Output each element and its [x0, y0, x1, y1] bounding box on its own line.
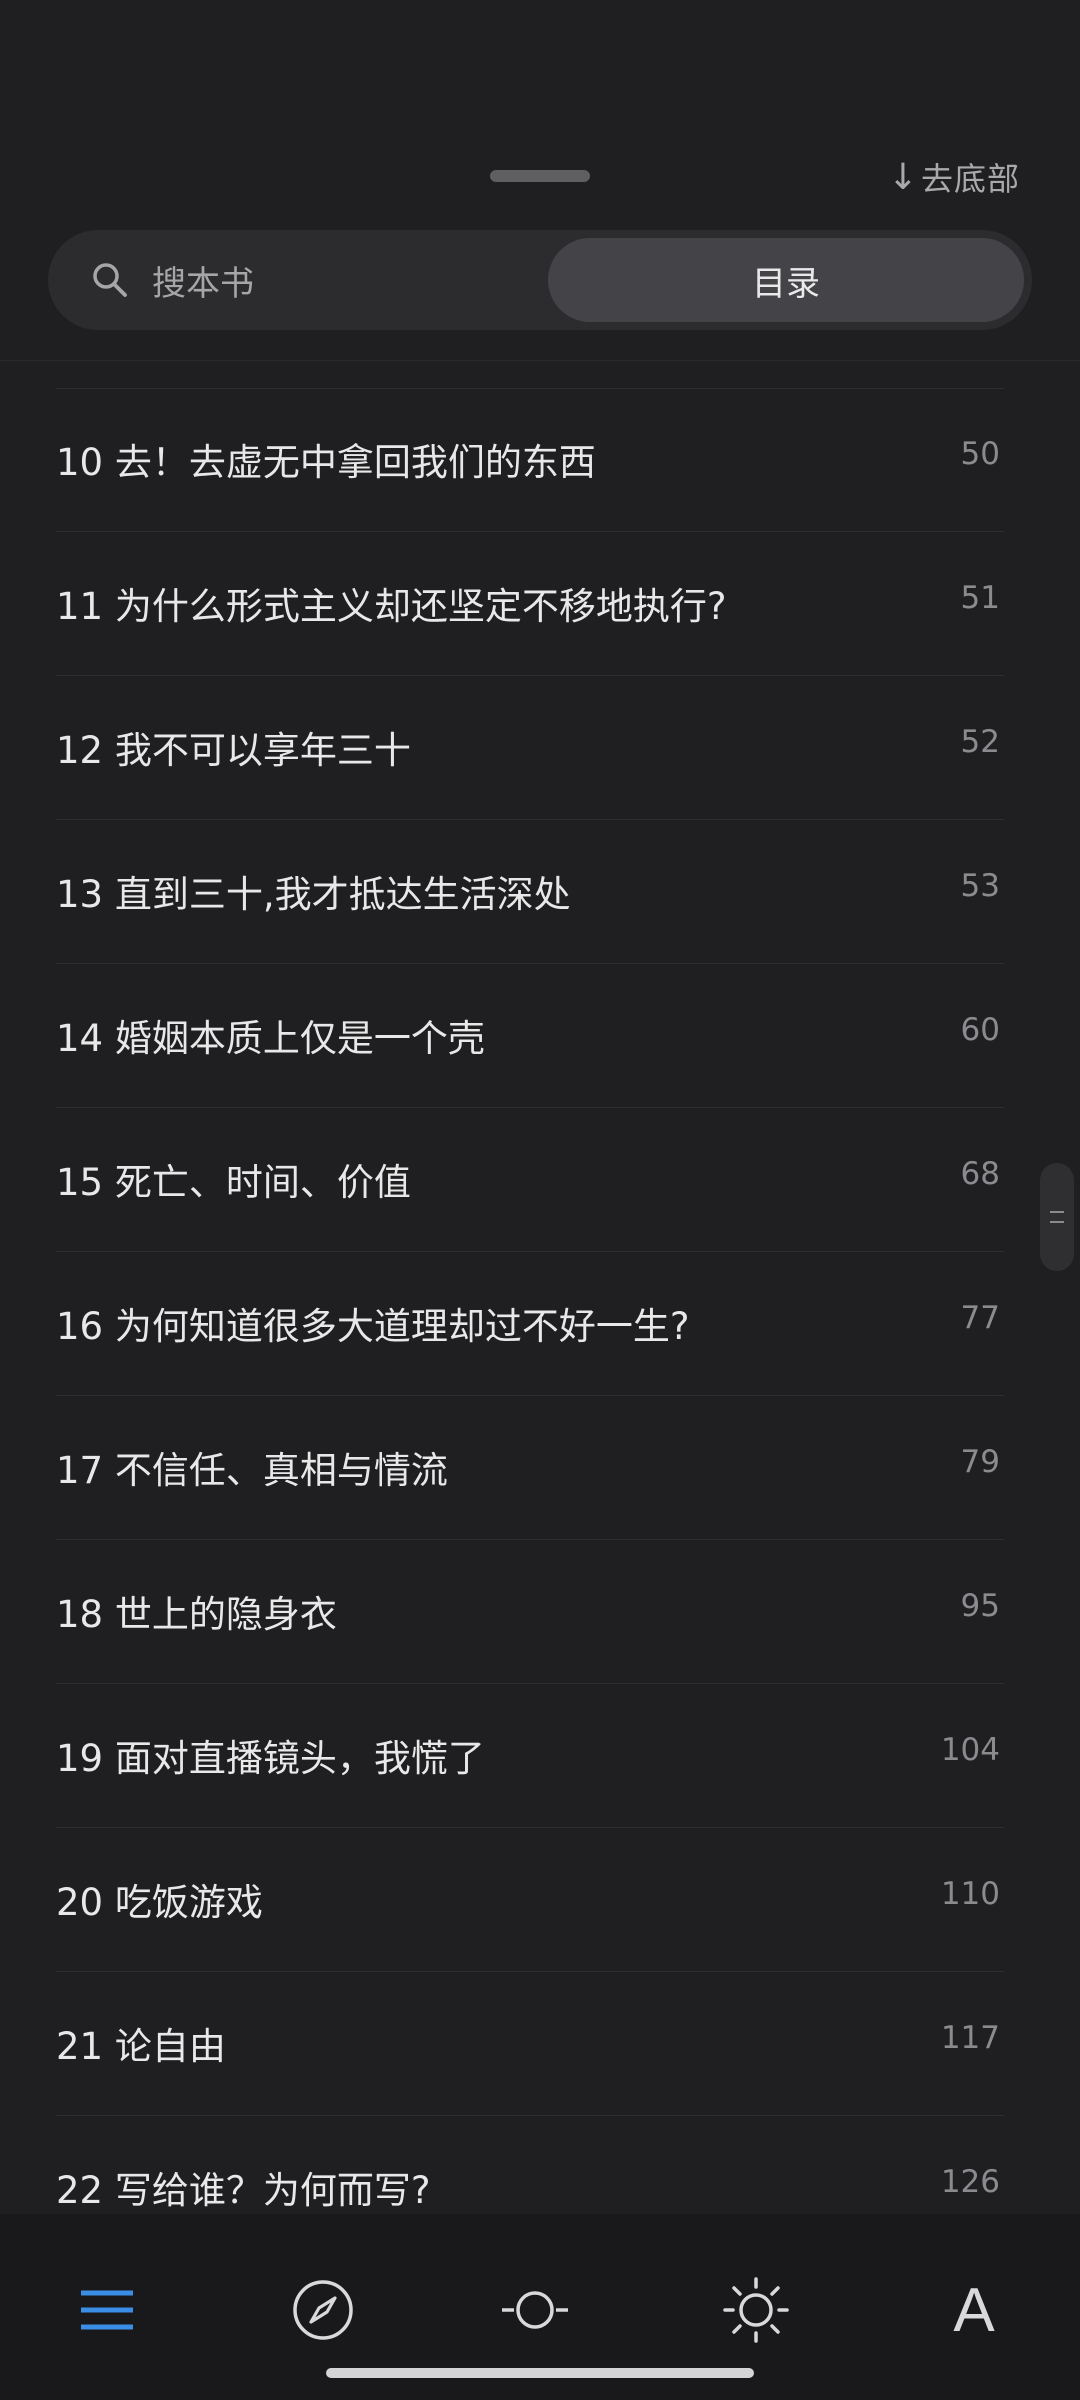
- search-book-label: 搜本书: [152, 263, 254, 304]
- chapter-title: 22 写给谁？为何而写?: [56, 2169, 431, 2212]
- chapter-list[interactable]: 10 去！去虚无中拿回我们的东西 50 11 为什么形式主义却还坚定不移地执行? 51…: [56, 388, 1004, 2214]
- chapter-title: 20 吃饭游戏: [56, 1881, 263, 1924]
- home-indicator[interactable]: [326, 2368, 754, 2378]
- chapter-page-number: 51: [960, 580, 1000, 616]
- fast-scroll-handle[interactable]: [1040, 1163, 1074, 1271]
- chapter-title: 18 世上的隐身衣: [56, 1593, 337, 1636]
- brightness-button[interactable]: [696, 2262, 816, 2358]
- chapter-title: 10 去！去虚无中拿回我们的东西: [56, 441, 596, 484]
- slider-dot-icon: [502, 2291, 568, 2329]
- chapter-row[interactable]: 17 不信任、真相与情流 79: [56, 1396, 1004, 1540]
- chapter-page-number: 53: [960, 868, 1000, 904]
- chapter-page-number: 60: [960, 1012, 1000, 1048]
- chapter-title: 13 直到三十,我才抵达生活深处: [56, 873, 571, 916]
- chapter-page-number: 104: [940, 1732, 1000, 1768]
- chapter-row[interactable]: 15 死亡、时间、价值 68: [56, 1108, 1004, 1252]
- grip-line: [1050, 1211, 1064, 1213]
- chapter-page-number: 77: [960, 1300, 1000, 1336]
- drag-handle[interactable]: [490, 170, 590, 182]
- chapter-title: 12 我不可以享年三十: [56, 729, 411, 772]
- chapter-page-number: 52: [960, 724, 1000, 760]
- chapter-page-number: 95: [960, 1588, 1000, 1624]
- toc-label: 目录: [752, 263, 820, 304]
- chapter-row[interactable]: 12 我不可以享年三十 52: [56, 676, 1004, 820]
- chapter-title: 11 为什么形式主义却还坚定不移地执行?: [56, 585, 727, 628]
- chapter-page-number: 68: [960, 1156, 1000, 1192]
- go-to-bottom-button[interactable]: ↓ 去底部: [887, 156, 1020, 199]
- chapter-page-number: 126: [940, 2164, 1000, 2200]
- progress-button[interactable]: [263, 2262, 383, 2358]
- toc-menu-button[interactable]: [47, 2262, 167, 2358]
- chapter-row[interactable]: 16 为何知道很多大道理却过不好一生? 77: [56, 1252, 1004, 1396]
- chapter-title: 19 面对直播镜头，我慌了: [56, 1737, 485, 1780]
- chapter-title: 14 婚姻本质上仅是一个壳: [56, 1017, 485, 1060]
- arrow-down-icon: ↓: [887, 156, 919, 198]
- chapter-page-number: 117: [940, 2020, 1000, 2056]
- chapter-row[interactable]: 10 去！去虚无中拿回我们的东西 50: [56, 388, 1004, 532]
- chapter-row[interactable]: 20 吃饭游戏 110: [56, 1828, 1004, 1972]
- search-icon: [93, 263, 127, 297]
- chapter-row[interactable]: 11 为什么形式主义却还坚定不移地执行? 51: [56, 532, 1004, 676]
- auto-scroll-button[interactable]: [475, 2262, 595, 2358]
- font-size-icon: A: [953, 2275, 995, 2345]
- font-settings-button[interactable]: A: [914, 2262, 1034, 2358]
- chapter-row[interactable]: 13 直到三十,我才抵达生活深处 53: [56, 820, 1004, 964]
- header-divider: [0, 360, 1080, 361]
- search-book-tab[interactable]: 搜本书: [48, 230, 548, 330]
- table-of-contents-tab[interactable]: 目录: [548, 238, 1024, 322]
- chapter-title: 15 死亡、时间、价值: [56, 1161, 411, 1204]
- chapter-row[interactable]: 21 论自由 117: [56, 1972, 1004, 2116]
- chapter-title: 17 不信任、真相与情流: [56, 1449, 448, 1492]
- chapter-row[interactable]: 18 世上的隐身衣 95: [56, 1540, 1004, 1684]
- toc-sheet: ↓ 去底部 搜本书 目录 10 去！去虚无中拿回我们的东西 50 11 为什么形式主…: [0, 0, 1080, 2400]
- search-toc-switcher: 搜本书 目录: [48, 230, 1032, 330]
- chapter-row[interactable]: 19 面对直播镜头，我慌了 104: [56, 1684, 1004, 1828]
- chapter-page-number: 79: [960, 1444, 1000, 1480]
- chapter-row[interactable]: 14 婚姻本质上仅是一个壳 60: [56, 964, 1004, 1108]
- chapter-row[interactable]: 22 写给谁？为何而写? 126: [56, 2116, 1004, 2214]
- chapter-page-number: 110: [940, 1876, 1000, 1912]
- go-to-bottom-label: 去底部: [920, 160, 1020, 198]
- grip-line: [1050, 1221, 1064, 1223]
- menu-list-icon: [81, 2290, 133, 2330]
- chapter-title: 21 论自由: [56, 2025, 226, 2068]
- compass-icon: [293, 2280, 353, 2340]
- chapter-title: 16 为何知道很多大道理却过不好一生?: [56, 1305, 690, 1348]
- chapter-page-number: 50: [960, 436, 1000, 472]
- sun-icon: [723, 2277, 789, 2343]
